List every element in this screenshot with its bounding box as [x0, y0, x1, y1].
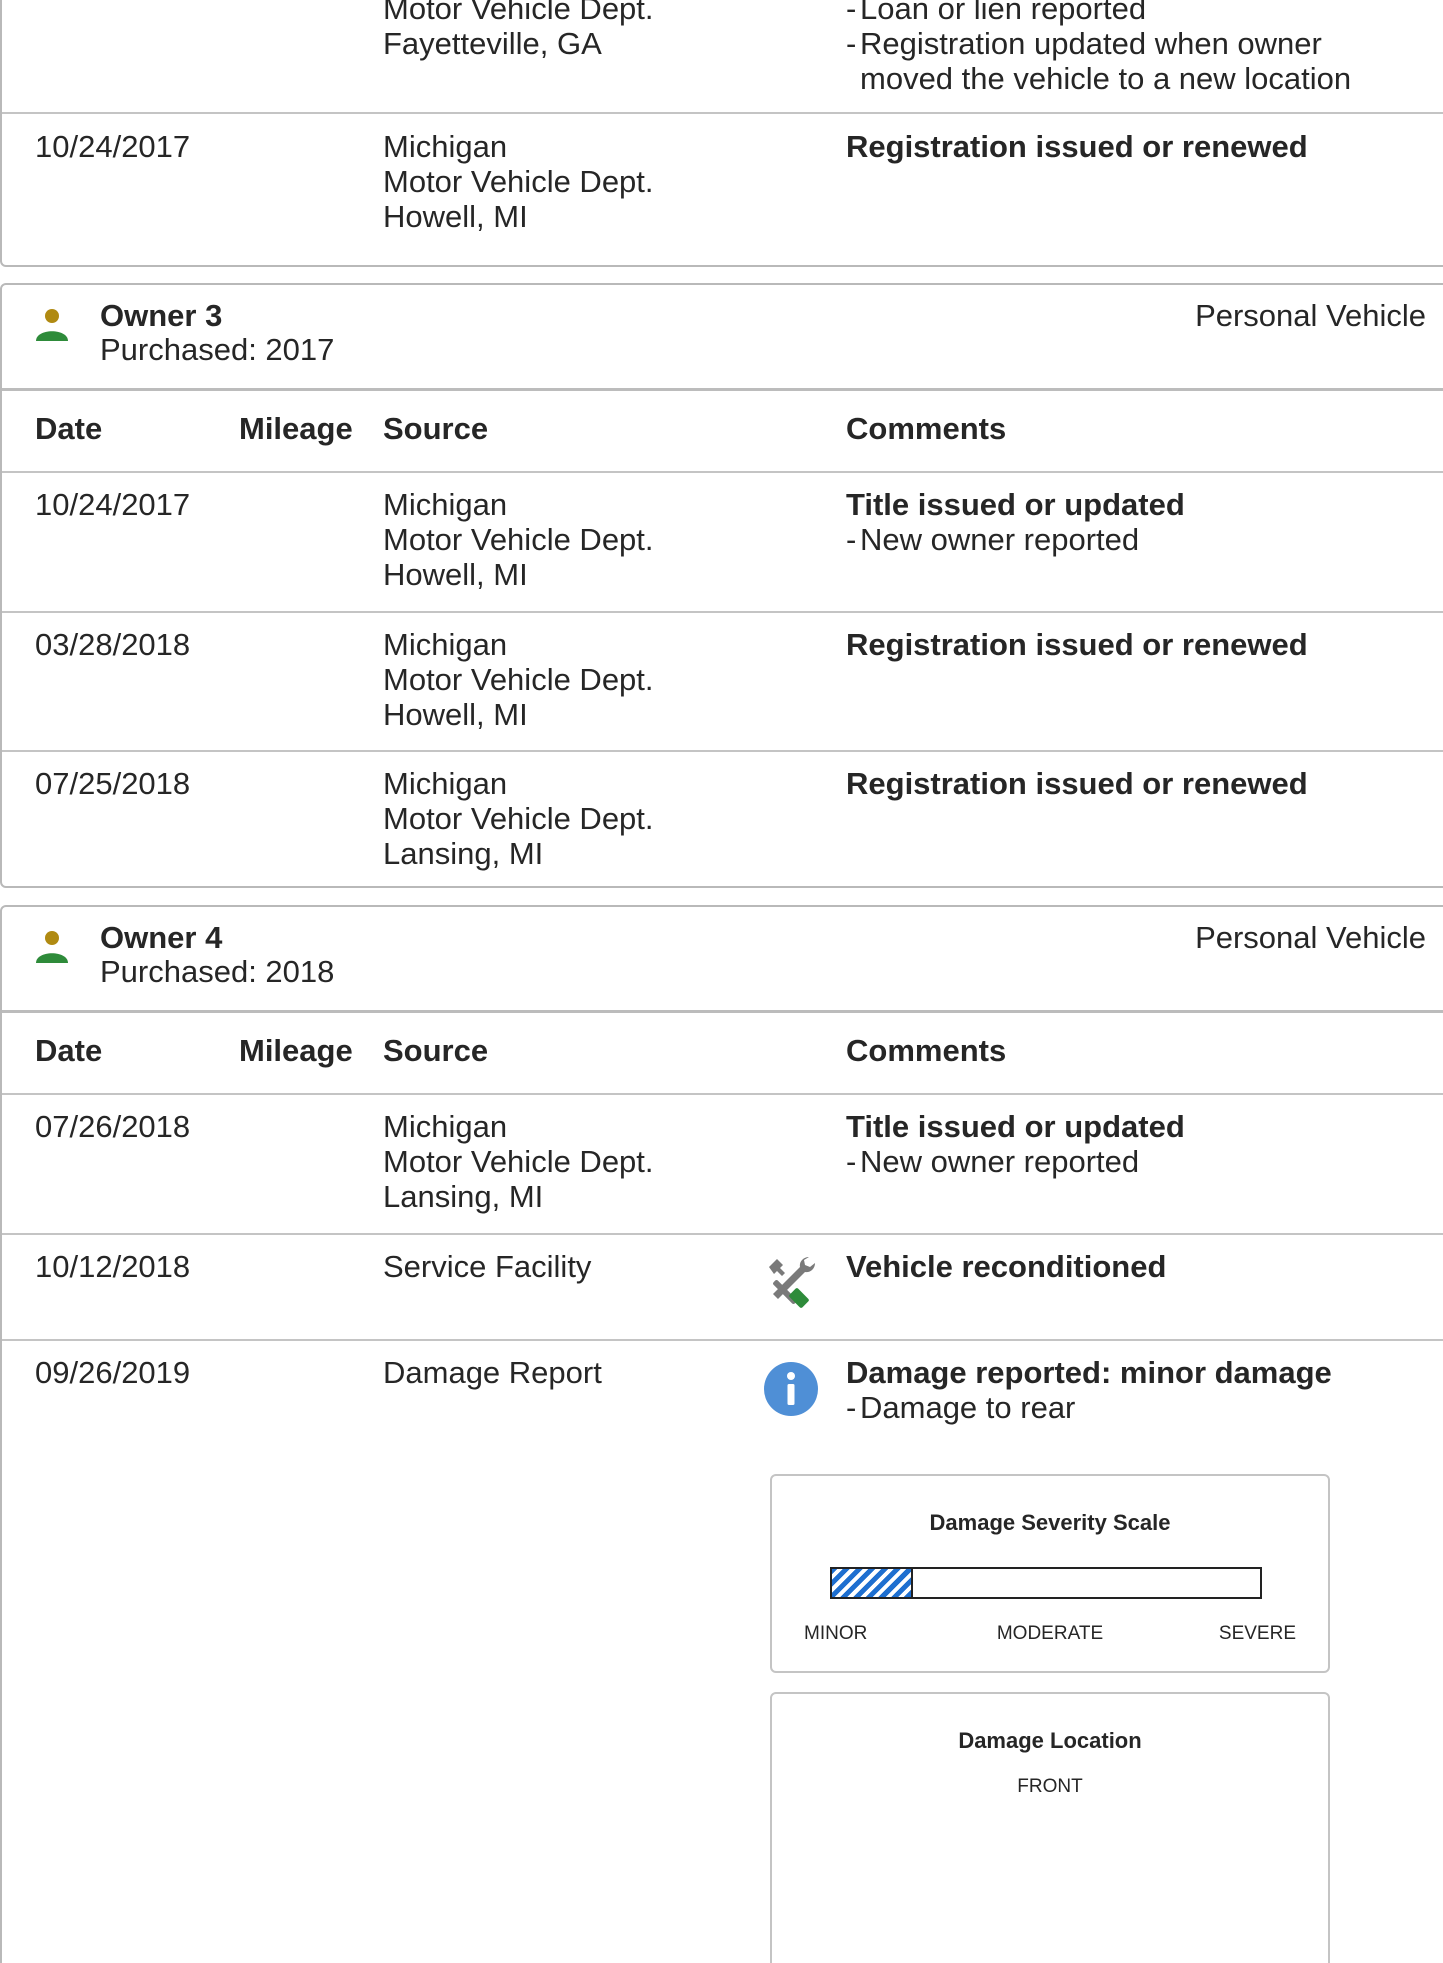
column-header-comments: Comments [846, 411, 1007, 446]
column-header-date: Date [35, 1033, 103, 1068]
owner3-section: Owner 3 Purchased: 2017 Personal Vehicle… [0, 283, 1443, 888]
owner-vehicle-type: Personal Vehicle [1195, 920, 1426, 955]
owner2-history-section: Motor Vehicle Dept. Fayetteville, GA - Lo… [0, 0, 1443, 267]
comment-bullet: - New owner reported [846, 522, 1140, 557]
table-header-row: Date Mileage Source Comments [2, 1013, 1443, 1093]
table-row: 10/12/2018 Service Facility Vehicle reco… [2, 1235, 1443, 1339]
comment-bullet: - Loan or lien reported [846, 0, 1147, 26]
damage-location-card: Damage Location FRONT [770, 1692, 1330, 1963]
table-row: 07/25/2018 Michigan Motor Vehicle Dept. … [2, 752, 1443, 888]
wrench-screwdriver-icon [769, 1257, 815, 1308]
date-cell: 03/28/2018 [35, 627, 191, 662]
column-header-source: Source [383, 411, 489, 446]
date-cell: 07/26/2018 [35, 1109, 191, 1144]
owner-vehicle-type: Personal Vehicle [1195, 298, 1426, 333]
date-cell: 09/26/2019 [35, 1355, 191, 1390]
source-line: Fayetteville, GA [383, 26, 602, 61]
owner-header: Owner 4 Purchased: 2018 Personal Vehicle [2, 907, 1443, 1007]
source-cell: Service Facility [383, 1249, 592, 1284]
owner4-section: Owner 4 Purchased: 2018 Personal Vehicle… [0, 905, 1443, 1963]
severity-label-severe: SEVERE [1218, 1623, 1296, 1644]
comment-bullet: - Registration updated when owner [846, 26, 1322, 61]
comment-cell: Title issued or updated - New owner repor… [846, 487, 1185, 557]
table-row: 10/24/2017 Michigan Motor Vehicle Dept. … [2, 114, 1443, 254]
comment-cell: Title issued or updated - New owner repor… [846, 1109, 1185, 1179]
comment-title: Title issued or updated [846, 1109, 1185, 1144]
comment-title: Title issued or updated [846, 487, 1185, 522]
table-header-row: Date Mileage Source Comments [2, 391, 1443, 471]
owner-purchased: Purchased: 2018 [100, 954, 335, 989]
comment-continuation: moved the vehicle to a new location [860, 61, 1352, 96]
severity-title: Damage Severity Scale [929, 1510, 1171, 1535]
date-cell: 10/24/2017 [35, 129, 191, 164]
owner-name: Owner 3 [100, 298, 223, 333]
comment-title: Registration issued or renewed [846, 766, 1308, 801]
owner-header: Owner 3 Purchased: 2017 Personal Vehicle [2, 285, 1443, 385]
date-cell: 07/25/2018 [35, 766, 191, 801]
table-row: 07/26/2018 Michigan Motor Vehicle Dept. … [2, 1095, 1443, 1233]
source-cell: Michigan Motor Vehicle Dept. Howell, MI [383, 129, 654, 234]
severity-bar [830, 1567, 1262, 1599]
table-row: 10/24/2017 Michigan Motor Vehicle Dept. … [2, 473, 1443, 611]
comment-title: Damage reported: minor damage [846, 1355, 1332, 1390]
column-header-comments: Comments [846, 1033, 1007, 1068]
source-cell: Motor Vehicle Dept. Fayetteville, GA [383, 0, 654, 61]
source-cell: Damage Report [383, 1355, 602, 1390]
owner-purchased: Purchased: 2017 [100, 332, 335, 367]
location-front-label: FRONT [1017, 1776, 1083, 1797]
table-row: Motor Vehicle Dept. Fayetteville, GA - Lo… [2, 0, 1443, 112]
damage-severity-card: Damage Severity Scale MINOR MODERATE SEV… [770, 1474, 1330, 1673]
column-header-source: Source [383, 1033, 489, 1068]
comment-cell: - Loan or lien reported - Registration upd… [846, 0, 1351, 96]
date-cell: 10/12/2018 [35, 1249, 191, 1284]
source-line: Motor Vehicle Dept. [383, 0, 654, 26]
comment-title: Registration issued or renewed [846, 129, 1308, 164]
column-header-mileage: Mileage [239, 1033, 353, 1068]
person-icon [36, 931, 68, 963]
comment-title: Vehicle reconditioned [846, 1249, 1167, 1284]
source-cell: Michigan Motor Vehicle Dept. Lansing, MI [383, 1109, 654, 1214]
location-title: Damage Location [958, 1728, 1142, 1753]
owner-name: Owner 4 [100, 920, 223, 955]
source-cell: Michigan Motor Vehicle Dept. Howell, MI [383, 627, 654, 732]
source-cell: Michigan Motor Vehicle Dept. Howell, MI [383, 487, 654, 592]
vehicle-history-page: Motor Vehicle Dept. Fayetteville, GA - Lo… [0, 0, 1443, 1963]
table-row: 03/28/2018 Michigan Motor Vehicle Dept. … [2, 613, 1443, 750]
source-cell: Michigan Motor Vehicle Dept. Lansing, MI [383, 766, 654, 871]
comment-cell: Damage reported: minor damage - Damage to… [846, 1355, 1332, 1425]
comment-bullet: - New owner reported [846, 1144, 1140, 1179]
person-icon [36, 309, 68, 341]
info-icon [764, 1362, 818, 1416]
column-header-date: Date [35, 411, 103, 446]
date-cell: 10/24/2017 [35, 487, 191, 522]
comment-title: Registration issued or renewed [846, 627, 1308, 662]
comment-bullet: - Damage to rear [846, 1390, 1076, 1425]
severity-fill [832, 1569, 914, 1597]
column-header-mileage: Mileage [239, 411, 353, 446]
table-row: 09/26/2019 Damage Report Damage reported… [2, 1341, 1443, 1963]
